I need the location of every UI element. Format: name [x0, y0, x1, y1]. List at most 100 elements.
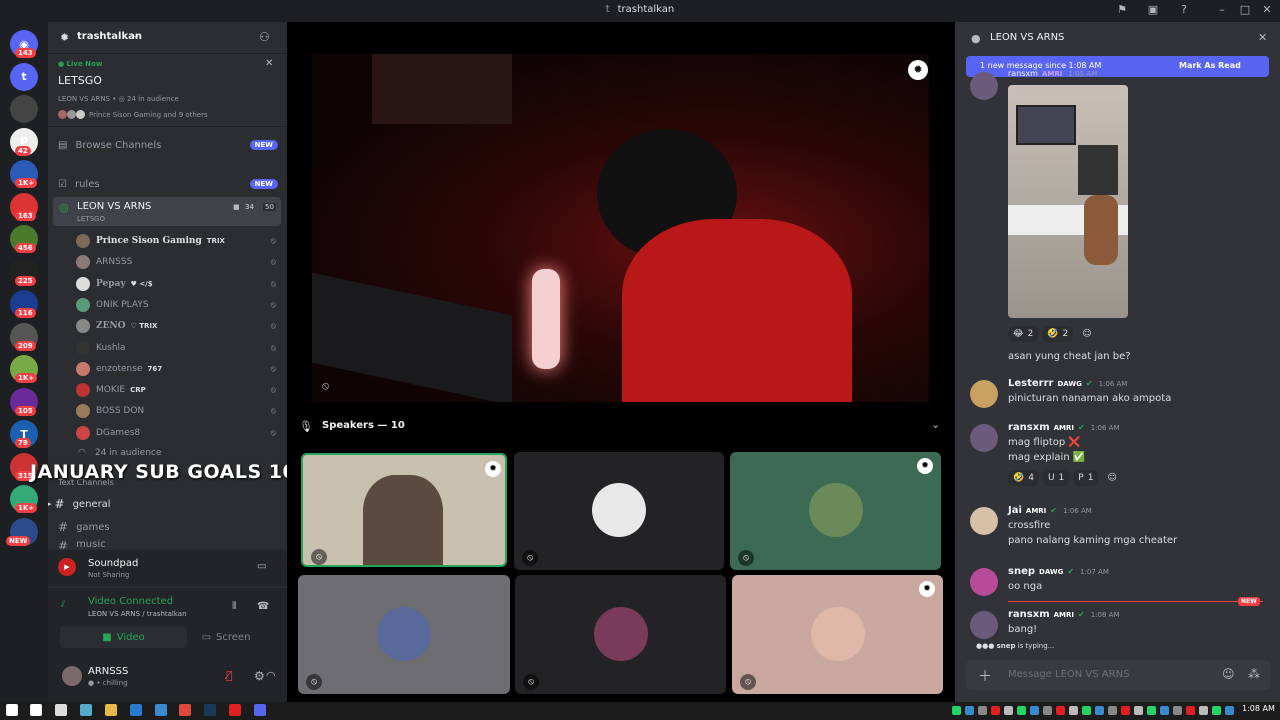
- voice-member[interactable]: DGames8 ⦸: [76, 424, 276, 442]
- speaker-tile[interactable]: ⦸: [515, 575, 726, 694]
- server-icon[interactable]: t: [10, 62, 38, 91]
- tray-icon[interactable]: [978, 706, 987, 715]
- channel-music[interactable]: # music: [58, 539, 278, 549]
- avatar[interactable]: [970, 380, 998, 408]
- audience-row[interactable]: ◠ 24 in audience: [78, 444, 161, 462]
- close-icon[interactable]: ✕: [265, 58, 273, 69]
- reaction-chip[interactable]: P1: [1073, 470, 1099, 486]
- user-name[interactable]: ARNSSS: [88, 666, 128, 677]
- avatar[interactable]: [970, 507, 998, 535]
- tray-icon[interactable]: [1004, 706, 1013, 715]
- voice-location[interactable]: LEON VS ARNS / trashtalkan: [88, 610, 187, 618]
- reaction-chip[interactable]: 🤣 4: [1008, 470, 1039, 486]
- mic-muted-icon[interactable]: 🎙̸: [226, 669, 233, 682]
- add-reaction-icon[interactable]: ☺: [1102, 470, 1121, 486]
- chevron-down-icon[interactable]: ⌄: [931, 418, 940, 431]
- reaction-chip[interactable]: 😂 2: [1008, 326, 1039, 342]
- steam-icon[interactable]: [204, 704, 216, 716]
- message-input-box[interactable]: ＋ Message LEON VS ARNS ☺ ⁂: [966, 660, 1271, 690]
- voice-member[interactable]: MOKIE CRP ⦸: [76, 381, 276, 399]
- screen-share-icon[interactable]: ▭: [257, 561, 266, 572]
- close-window-button[interactable]: ✕: [1259, 3, 1275, 16]
- username[interactable]: Lesterrr: [1008, 378, 1053, 389]
- copilot-icon[interactable]: [80, 704, 92, 716]
- voice-member[interactable]: ZENO ♡ TRIX ⦸: [76, 317, 276, 335]
- tray-icon[interactable]: [952, 706, 961, 715]
- taskbar-clock[interactable]: 1:08 AM: [1242, 704, 1275, 713]
- speaker-tile[interactable]: ⦸: [514, 452, 724, 570]
- voice-member[interactable]: BOSS DON ⦸: [76, 402, 276, 420]
- channel-games[interactable]: # games: [58, 517, 278, 537]
- inbox-icon[interactable]: ▣: [1145, 3, 1161, 16]
- attached-image[interactable]: [1008, 85, 1128, 318]
- help-icon[interactable]: ?: [1176, 3, 1192, 16]
- discord-icon[interactable]: [254, 704, 266, 716]
- tray-icon[interactable]: [1043, 706, 1052, 715]
- message-input[interactable]: Message LEON VS ARNS: [1008, 669, 1129, 680]
- server-header[interactable]: ✹ trashtalkan ⌄ ⚇: [48, 22, 287, 54]
- username[interactable]: ransxm: [1008, 422, 1050, 433]
- channel-rules[interactable]: ☑ rules NEW: [58, 174, 278, 194]
- file-explorer-icon[interactable]: [105, 704, 117, 716]
- emoji-icon[interactable]: ☺: [1222, 667, 1235, 681]
- speaker-tile[interactable]: ✹ ⦸: [732, 575, 943, 694]
- search-icon[interactable]: [30, 704, 42, 716]
- maximize-button[interactable]: □: [1237, 3, 1253, 16]
- channel-general[interactable]: ▸ # general: [48, 494, 268, 514]
- tray-icon[interactable]: [1069, 706, 1078, 715]
- username[interactable]: Jai: [1008, 505, 1022, 516]
- tray-icon[interactable]: [1160, 706, 1169, 715]
- live-now-card[interactable]: ● Live Now ✕ LETSGO LEON VS ARNS • ◎ 24 …: [48, 55, 287, 127]
- add-attachment-icon[interactable]: ＋: [978, 666, 992, 686]
- tray-icon[interactable]: [1017, 706, 1026, 715]
- add-member-icon[interactable]: ⚇: [259, 30, 270, 44]
- reaction-chip[interactable]: U1: [1042, 470, 1070, 486]
- avatar[interactable]: [970, 611, 998, 639]
- avatar[interactable]: [970, 72, 998, 100]
- tray-icon[interactable]: [1121, 706, 1130, 715]
- task-view-icon[interactable]: [55, 704, 67, 716]
- server-icon[interactable]: [10, 95, 38, 123]
- tray-icon[interactable]: [1212, 706, 1221, 715]
- username[interactable]: snep: [1008, 566, 1035, 577]
- outlook-icon[interactable]: [130, 704, 142, 716]
- store-icon[interactable]: [155, 704, 167, 716]
- voice-member[interactable]: Prince Sison Gaming TRIX ⦸: [76, 232, 276, 250]
- tray-icon[interactable]: [1056, 706, 1065, 715]
- tray-icon[interactable]: [1173, 706, 1182, 715]
- minimize-button[interactable]: –: [1214, 3, 1230, 16]
- tray-icon[interactable]: [965, 706, 974, 715]
- chrome-icon[interactable]: [179, 704, 191, 716]
- speaker-tile[interactable]: ⦸: [298, 575, 510, 694]
- soundboard-icon[interactable]: ⦀: [232, 601, 236, 612]
- voice-member[interactable]: ARNSSS ⦸: [76, 253, 276, 271]
- video-button[interactable]: ■ Video: [60, 626, 187, 648]
- voice-member[interactable]: Pepay ♥ </$ ⦸: [76, 275, 276, 293]
- tray-icon[interactable]: [991, 706, 1000, 715]
- headphones-icon[interactable]: ◠: [266, 669, 276, 682]
- voice-member[interactable]: ONIK PLAYS ⦸: [76, 296, 276, 314]
- main-video-stream[interactable]: ✹ ⦸: [312, 54, 929, 402]
- avatar[interactable]: [970, 568, 998, 596]
- browse-channels[interactable]: ▤ Browse Channels NEW: [58, 135, 278, 155]
- voice-member[interactable]: Kushla ⦸: [76, 339, 276, 357]
- tray-icon[interactable]: [1199, 706, 1208, 715]
- youtube-icon[interactable]: [229, 704, 241, 716]
- avatar[interactable]: [62, 666, 82, 686]
- apps-icon[interactable]: ⁂: [1248, 667, 1260, 681]
- disconnect-icon[interactable]: ☎: [257, 601, 269, 612]
- close-icon[interactable]: ✕: [1258, 31, 1267, 44]
- speaker-tile[interactable]: ✹ ⦸: [730, 452, 941, 570]
- tray-icon[interactable]: [1108, 706, 1117, 715]
- flag-icon[interactable]: ⚑: [1114, 3, 1130, 16]
- screen-button[interactable]: ▭ Screen: [176, 626, 276, 648]
- voice-status[interactable]: Video Connected: [88, 596, 173, 607]
- tray-icon[interactable]: [1147, 706, 1156, 715]
- settings-gear-icon[interactable]: ⚙: [254, 669, 265, 683]
- tray-icon[interactable]: [1095, 706, 1104, 715]
- add-reaction-icon[interactable]: ☺: [1077, 326, 1096, 342]
- avatar[interactable]: [970, 424, 998, 452]
- tray-icon[interactable]: [1134, 706, 1143, 715]
- mark-as-read-button[interactable]: Mark As Read: [1179, 61, 1241, 70]
- reaction-chip[interactable]: 🤣 2: [1042, 326, 1074, 342]
